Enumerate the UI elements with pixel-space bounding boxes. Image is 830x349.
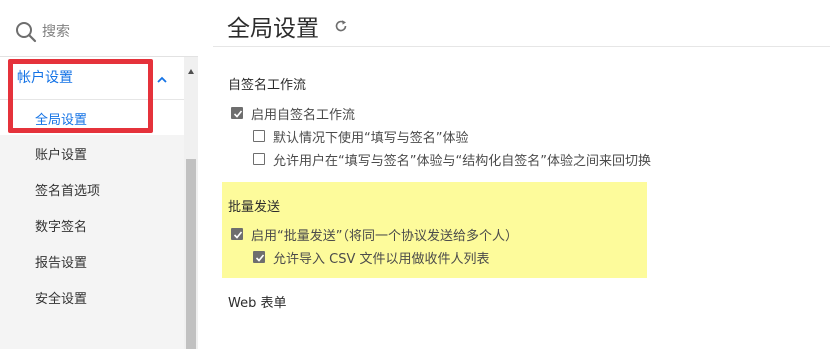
- search-icon[interactable]: [15, 21, 37, 43]
- sidebar-item-signature-preferences[interactable]: 签名首选项: [0, 171, 184, 207]
- sidebar-item-label: 安全设置: [35, 292, 88, 307]
- page-title: 全局设置: [227, 16, 319, 42]
- nav-group-account-settings[interactable]: 帐户设置: [0, 57, 184, 99]
- sidebar-scrollbar[interactable]: [184, 57, 198, 349]
- refresh-icon[interactable]: [334, 18, 348, 32]
- sidebar: 帐户设置 全局设置 账户设置 签名首选项 数字签名 报告设置 安全设置: [0, 0, 198, 349]
- sidebar-item-digital-signatures[interactable]: 数字签名: [0, 207, 184, 243]
- checkbox-label: 允许导入 CSV 文件以用做收件人列表: [273, 252, 490, 267]
- sidebar-item-label: 签名首选项: [35, 184, 101, 199]
- search-box: [0, 0, 198, 57]
- default-fill-sign-checkbox[interactable]: 默认情况下使用“填写与签名”体验: [253, 127, 573, 147]
- checkbox-checked[interactable]: [253, 251, 265, 263]
- search-input[interactable]: [42, 19, 182, 45]
- sidebar-nav: 帐户设置 全局设置 账户设置 签名首选项 数字签名 报告设置 安全设置: [0, 57, 198, 349]
- allow-switch-experience-checkbox[interactable]: 允许用户在“填写与签名”体验与“结构化自签名”体验之间来回切换: [253, 150, 723, 170]
- sidebar-item-global-settings[interactable]: 全局设置: [0, 99, 184, 135]
- main-content: 全局设置 自签名工作流 启用自签名工作流 默认情况下使用“填写与签名”体验 允许…: [213, 0, 830, 349]
- main-header: 全局设置: [213, 0, 830, 47]
- sidebar-item-security-settings[interactable]: 安全设置: [0, 279, 184, 315]
- sidebar-item-label: 报告设置: [35, 256, 88, 271]
- checkbox-label: 默认情况下使用“填写与签名”体验: [273, 131, 469, 146]
- scroll-up-arrow-icon[interactable]: [187, 61, 195, 74]
- sidebar-item-label: 账户设置: [35, 148, 88, 163]
- allow-csv-import-checkbox[interactable]: 允许导入 CSV 文件以用做收件人列表: [253, 248, 553, 268]
- checkbox-unchecked[interactable]: [253, 130, 265, 142]
- checkbox-unchecked[interactable]: [253, 153, 265, 165]
- sidebar-item-report-settings[interactable]: 报告设置: [0, 243, 184, 279]
- sidebar-item-label: 数字签名: [35, 220, 88, 235]
- checkbox-label: 启用“批量发送”（将同一个协议发送给多个人）: [251, 229, 518, 244]
- nav-group-label: 帐户设置: [17, 70, 73, 86]
- enable-bulk-send-checkbox[interactable]: 启用“批量发送”（将同一个协议发送给多个人）: [231, 225, 611, 245]
- checkbox-label: 启用自签名工作流: [251, 108, 356, 123]
- scrollbar-thumb[interactable]: [186, 159, 196, 349]
- checkbox-checked[interactable]: [231, 228, 243, 240]
- section-heading-self-sign: 自签名工作流: [228, 78, 307, 93]
- sidebar-item-label: 全局设置: [35, 113, 88, 128]
- enable-self-sign-checkbox[interactable]: 启用自签名工作流: [231, 104, 491, 124]
- checkbox-checked[interactable]: [231, 107, 243, 119]
- section-heading-web-form: Web 表单: [228, 296, 287, 311]
- checkbox-label: 允许用户在“填写与签名”体验与“结构化自签名”体验之间来回切换: [273, 154, 651, 169]
- section-heading-bulk-send: 批量发送: [228, 200, 281, 215]
- chevron-up-icon[interactable]: [156, 71, 168, 83]
- sidebar-item-account-settings[interactable]: 账户设置: [0, 135, 184, 171]
